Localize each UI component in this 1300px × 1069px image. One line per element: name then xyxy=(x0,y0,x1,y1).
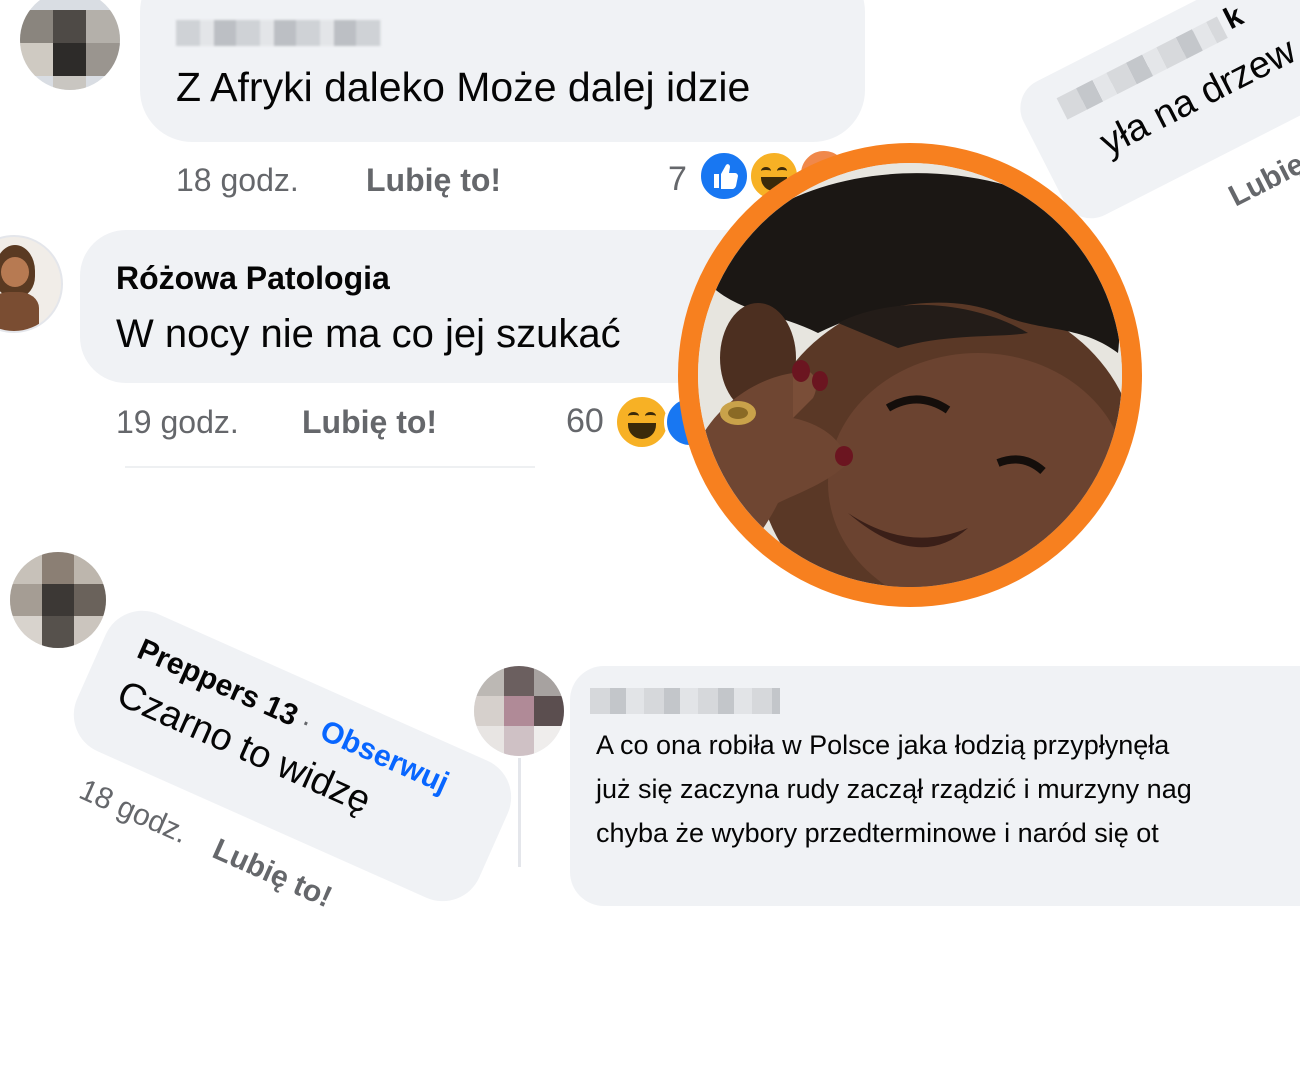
like-button[interactable]: Lubię to! xyxy=(302,404,437,441)
comment-text-line: chyba że wybory przedterminowe i naród s… xyxy=(596,818,1159,848)
comment-time[interactable]: 18 godz. xyxy=(176,162,299,199)
profile-photo xyxy=(698,163,1122,587)
divider xyxy=(125,466,535,468)
comment-text: W nocy nie ma co jej szukać xyxy=(116,312,621,356)
haha-reaction-icon xyxy=(614,394,670,450)
comment-text-line: A co ona robiła w Polsce jaka łodzią prz… xyxy=(596,730,1170,760)
avatar[interactable] xyxy=(0,235,63,333)
like-button[interactable]: Lubię to! xyxy=(366,162,501,199)
comment-bubble: A co ona robiła w Polsce jaka łodzią prz… xyxy=(570,666,1300,906)
comment-bubble: Z Afryki daleko Może dalej idzie xyxy=(140,0,865,142)
blurred-author-name xyxy=(176,20,381,46)
avatar[interactable] xyxy=(20,0,120,90)
thread-line xyxy=(518,758,521,867)
comment-text-line: już się zaczyna rudy zaczął rządzić i mu… xyxy=(596,774,1192,804)
reaction-count[interactable]: 60 xyxy=(566,402,604,441)
reaction-count[interactable]: 7 xyxy=(668,160,687,199)
author-name[interactable]: Różowa Patologia xyxy=(116,260,390,297)
avatar[interactable] xyxy=(10,552,106,648)
avatar[interactable] xyxy=(474,666,564,756)
rotated-comment-card: Preppers 13 · Obserwuj Czarno to widzę 1… xyxy=(0,598,524,1069)
profile-photo-circle xyxy=(678,143,1142,607)
blurred-author-name xyxy=(590,688,780,714)
comment-time[interactable]: 19 godz. xyxy=(116,404,239,441)
comment-text: Z Afryki daleko Może dalej idzie xyxy=(176,64,751,110)
